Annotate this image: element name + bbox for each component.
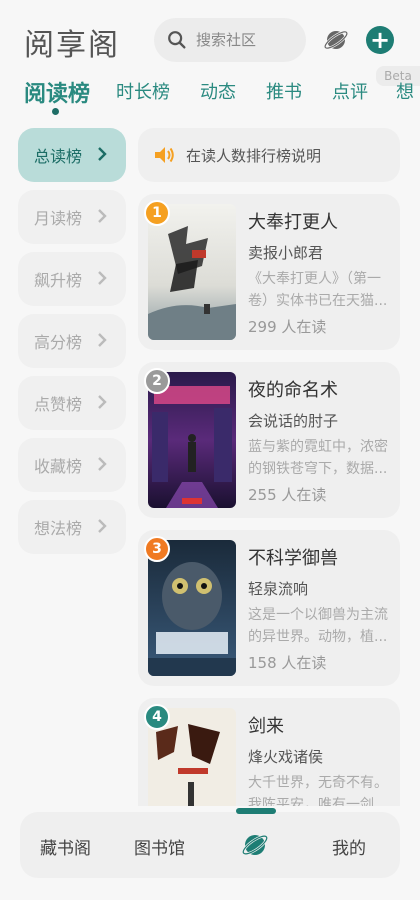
reader-count: 158 人在读 (248, 654, 327, 672)
book-title: 不科学御兽 (248, 548, 338, 569)
plus-icon: + (369, 26, 391, 54)
reader-count: 255 人在读 (248, 486, 327, 504)
chevron-right-icon (98, 333, 107, 347)
chevron-right-icon (98, 457, 107, 471)
tab-time-rank[interactable]: 时长榜 (116, 78, 170, 104)
add-button[interactable]: + (366, 26, 394, 54)
app-title: 阅享阁 (24, 28, 120, 63)
search-input[interactable] (196, 31, 296, 49)
book-card[interactable]: 2 夜的命名术 会说话的肘子 蓝与紫的霓虹中，浓密的钢铁苍穹下，数据... 25… (138, 362, 400, 518)
sidebar-item-rising[interactable]: 飙升榜 (18, 252, 126, 306)
tab-bar: 阅读榜 时长榜 动态 推书 点评 想 (0, 78, 420, 118)
nav-profile[interactable]: 我的 (332, 834, 366, 859)
sidebar-item-label: 点赞榜 (34, 395, 83, 414)
chevron-right-icon (98, 147, 107, 161)
sidebar-item-likes[interactable]: 点赞榜 (18, 376, 126, 430)
book-author: 烽火戏诸侯 (248, 748, 324, 766)
rank-badge: 3 (144, 536, 170, 562)
speaker-icon (155, 147, 174, 163)
bottom-nav: 藏书阁 图书馆 我的 (20, 812, 400, 878)
sidebar-item-label: 高分榜 (34, 333, 83, 352)
tab-thoughts[interactable]: 想 (396, 78, 414, 104)
nav-active-indicator (236, 808, 276, 814)
book-author: 会说话的肘子 (248, 412, 339, 430)
active-tab-indicator (52, 108, 59, 115)
tab-review[interactable]: 点评 (332, 78, 368, 104)
search-icon (168, 31, 186, 49)
sidebar-item-top-rated[interactable]: 高分榜 (18, 314, 126, 368)
chevron-right-icon (98, 519, 107, 533)
sidebar-item-label: 想法榜 (34, 519, 83, 538)
book-author: 轻泉流响 (248, 580, 309, 598)
book-title: 剑来 (248, 716, 284, 737)
sidebar-item-label: 月读榜 (34, 209, 83, 228)
book-title: 夜的命名术 (248, 380, 338, 401)
sidebar-item-label: 飙升榜 (34, 271, 83, 290)
book-description: 大千世界，无奇不有。我陈平安，唯有一剑... (248, 775, 388, 806)
book-list: 1 大奉打更人 卖报小郎君 《大奉打更人》（第一卷）实体书已在天猫... 299… (138, 194, 400, 806)
planet-icon[interactable] (322, 26, 350, 54)
nav-library[interactable]: 图书馆 (134, 834, 185, 859)
rank-badge: 1 (144, 200, 170, 226)
sidebar-item-monthly[interactable]: 月读榜 (18, 190, 126, 244)
book-title: 大奉打更人 (248, 212, 338, 233)
sidebar-item-thoughts[interactable]: 想法榜 (18, 500, 126, 554)
notice-text: 在读人数排行榜说明 (186, 146, 322, 165)
planet-icon[interactable] (240, 830, 270, 860)
sidebar-item-total[interactable]: 总读榜 (18, 128, 126, 182)
tab-reading-rank[interactable]: 阅读榜 (24, 78, 90, 108)
chevron-right-icon (98, 271, 107, 285)
book-description: 蓝与紫的霓虹中，浓密的钢铁苍穹下，数据... (248, 439, 388, 477)
sidebar-item-favorites[interactable]: 收藏榜 (18, 438, 126, 492)
tab-recommend[interactable]: 推书 (266, 78, 302, 104)
rank-badge: 4 (144, 704, 170, 730)
book-card[interactable]: 4 剑来 烽火戏诸侯 大千世界，无奇不有。我陈平安，唯有一剑... (138, 698, 400, 806)
rank-explanation-banner[interactable]: 在读人数排行榜说明 (138, 128, 400, 182)
header: 阅享阁 + (0, 0, 420, 72)
nav-bookshelf[interactable]: 藏书阁 (40, 834, 91, 859)
book-author: 卖报小郎君 (248, 244, 324, 262)
book-card[interactable]: 3 不科学御兽 轻泉流响 这是一个以御兽为主流的异世界。动物，植... 158 … (138, 530, 400, 686)
chevron-right-icon (98, 395, 107, 409)
reader-count: 299 人在读 (248, 318, 327, 336)
search-bar[interactable] (154, 18, 306, 62)
sidebar-item-label: 收藏榜 (34, 457, 83, 476)
book-card[interactable]: 1 大奉打更人 卖报小郎君 《大奉打更人》（第一卷）实体书已在天猫... 299… (138, 194, 400, 350)
book-description: 《大奉打更人》（第一卷）实体书已在天猫... (248, 271, 388, 309)
rank-badge: 2 (144, 368, 170, 394)
book-description: 这是一个以御兽为主流的异世界。动物，植... (248, 607, 388, 645)
sidebar-item-label: 总读榜 (34, 147, 83, 166)
tab-feed[interactable]: 动态 (200, 78, 236, 104)
chevron-right-icon (98, 209, 107, 223)
